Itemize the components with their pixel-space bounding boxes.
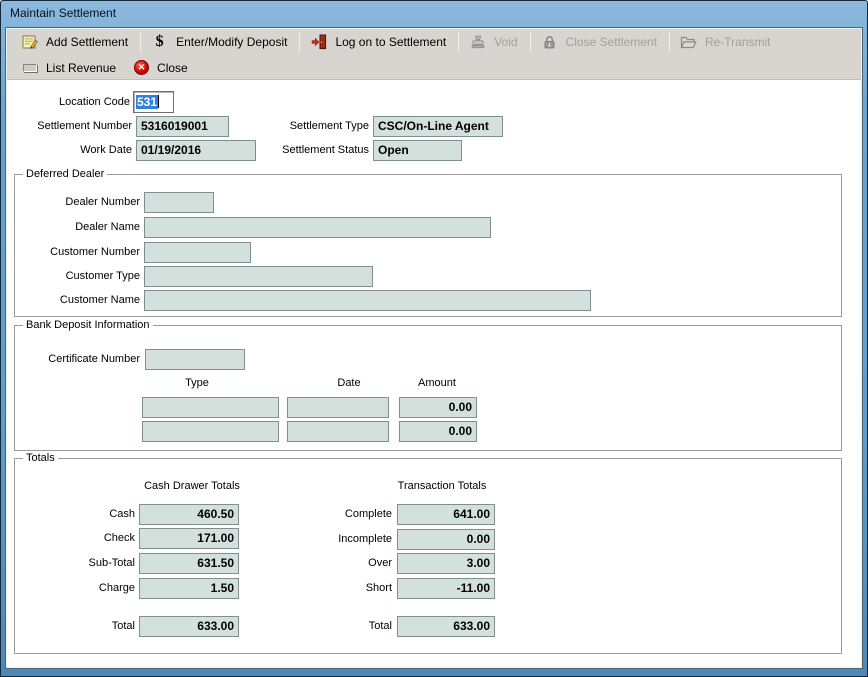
toolbar-separator	[299, 32, 300, 52]
add-settlement-label: Add Settlement	[46, 35, 128, 49]
settlement-status-field: Open	[373, 140, 462, 161]
charge-field: 1.50	[139, 578, 239, 599]
toolbar-row-1: Add Settlement $ Enter/Modify Deposit	[7, 29, 861, 55]
settlement-number-field: 5316019001	[136, 116, 229, 137]
dealer-name-field	[144, 217, 491, 238]
toolbar: Add Settlement $ Enter/Modify Deposit	[7, 29, 861, 80]
check-field: 171.00	[139, 528, 239, 549]
dealer-name-label: Dealer Name	[20, 217, 140, 238]
cash-drawer-total-field: 633.00	[139, 616, 239, 637]
bank-deposit-group-title: Bank Deposit Information	[23, 318, 153, 333]
transaction-totals-header: Transaction Totals	[342, 479, 542, 494]
enter-modify-deposit-button[interactable]: $ Enter/Modify Deposit	[143, 32, 297, 52]
void-button[interactable]: Void	[461, 32, 527, 52]
add-settlement-button[interactable]: Add Settlement	[13, 32, 138, 52]
deposit-row-2-date-field	[287, 421, 389, 442]
close-icon: ✕	[134, 60, 149, 75]
toolbar-separator	[140, 32, 141, 52]
text-caret	[158, 95, 159, 108]
door-icon	[310, 34, 327, 50]
re-transmit-button[interactable]: Re-Transmit	[672, 32, 781, 52]
dealer-number-label: Dealer Number	[20, 192, 140, 213]
over-label: Over	[272, 553, 392, 574]
close-settlement-label: Close Settlement	[566, 35, 657, 49]
close-button[interactable]: ✕ Close	[126, 58, 198, 77]
cash-label: Cash	[15, 504, 135, 525]
short-field: -11.00	[397, 578, 495, 599]
dollar-icon: $	[151, 34, 168, 50]
toolbar-separator	[530, 32, 531, 52]
complete-field: 641.00	[397, 504, 495, 525]
deposit-row-2-type-field	[142, 421, 279, 442]
over-field: 3.00	[397, 553, 495, 574]
toolbar-separator	[458, 32, 459, 52]
certificate-number-label: Certificate Number	[20, 349, 140, 370]
customer-name-label: Customer Name	[20, 290, 140, 311]
customer-name-field	[144, 290, 591, 311]
toolbar-separator	[669, 32, 670, 52]
customer-type-field	[144, 266, 373, 287]
location-code-input[interactable]: 531	[133, 91, 174, 113]
log-on-to-settlement-button[interactable]: Log on to Settlement	[302, 32, 456, 52]
sub-total-label: Sub-Total	[15, 553, 135, 574]
titlebar[interactable]: Maintain Settlement	[1, 1, 867, 27]
window-title: Maintain Settlement	[10, 6, 116, 20]
deposit-date-column-header: Date	[309, 376, 389, 391]
deposit-row-2-amount-field: 0.00	[399, 421, 477, 442]
open-folder-icon	[680, 34, 697, 50]
settlement-number-label: Settlement Number	[12, 116, 132, 137]
check-label: Check	[15, 528, 135, 549]
stamp-icon	[469, 34, 486, 50]
deposit-row-1-type-field	[142, 397, 279, 418]
complete-label: Complete	[272, 504, 392, 525]
sub-total-field: 631.50	[139, 553, 239, 574]
dealer-number-field	[144, 192, 214, 213]
incomplete-field: 0.00	[397, 529, 495, 550]
list-icon	[21, 60, 38, 76]
deposit-amount-column-header: Amount	[397, 376, 477, 391]
charge-label: Charge	[15, 578, 135, 599]
cash-field: 460.50	[139, 504, 239, 525]
short-label: Short	[272, 578, 392, 599]
incomplete-label: Incomplete	[272, 529, 392, 550]
settlement-form: Location Code 531 Settlement Number 5316…	[7, 80, 861, 667]
enter-modify-deposit-label: Enter/Modify Deposit	[176, 35, 287, 49]
close-label: Close	[157, 61, 188, 75]
deposit-row-1-date-field	[287, 397, 389, 418]
settlement-status-label: Settlement Status	[249, 140, 369, 161]
list-revenue-label: List Revenue	[46, 61, 116, 75]
settlement-type-label: Settlement Type	[249, 116, 369, 137]
transaction-total-field: 633.00	[397, 616, 495, 637]
deposit-type-column-header: Type	[157, 376, 237, 391]
re-transmit-label: Re-Transmit	[705, 35, 771, 49]
log-on-to-settlement-label: Log on to Settlement	[335, 35, 446, 49]
certificate-number-field	[145, 349, 245, 370]
list-revenue-button[interactable]: List Revenue	[13, 58, 126, 78]
settlement-type-field: CSC/On-Line Agent	[373, 116, 503, 137]
work-date-field: 01/19/2016	[136, 140, 256, 161]
toolbar-row-2: List Revenue ✕ Close	[7, 55, 861, 80]
customer-number-field	[144, 242, 251, 263]
customer-number-label: Customer Number	[20, 242, 140, 263]
work-date-label: Work Date	[12, 140, 132, 161]
close-settlement-button[interactable]: Close Settlement	[533, 32, 667, 52]
deferred-dealer-group-title: Deferred Dealer	[23, 167, 107, 182]
maintain-settlement-window: Maintain Settlement Add	[0, 0, 868, 677]
totals-group-title: Totals	[23, 451, 58, 466]
deposit-row-1-amount-field: 0.00	[399, 397, 477, 418]
transaction-total-label: Total	[272, 616, 392, 637]
location-code-value: 531	[136, 95, 158, 109]
customer-type-label: Customer Type	[20, 266, 140, 287]
lock-icon	[541, 34, 558, 50]
location-code-label: Location Code	[10, 92, 130, 113]
client-area: Add Settlement $ Enter/Modify Deposit	[5, 27, 863, 669]
void-label: Void	[494, 35, 517, 49]
add-settlement-icon	[21, 34, 38, 50]
cash-drawer-totals-header: Cash Drawer Totals	[92, 479, 292, 494]
cash-drawer-total-label: Total	[15, 616, 135, 637]
